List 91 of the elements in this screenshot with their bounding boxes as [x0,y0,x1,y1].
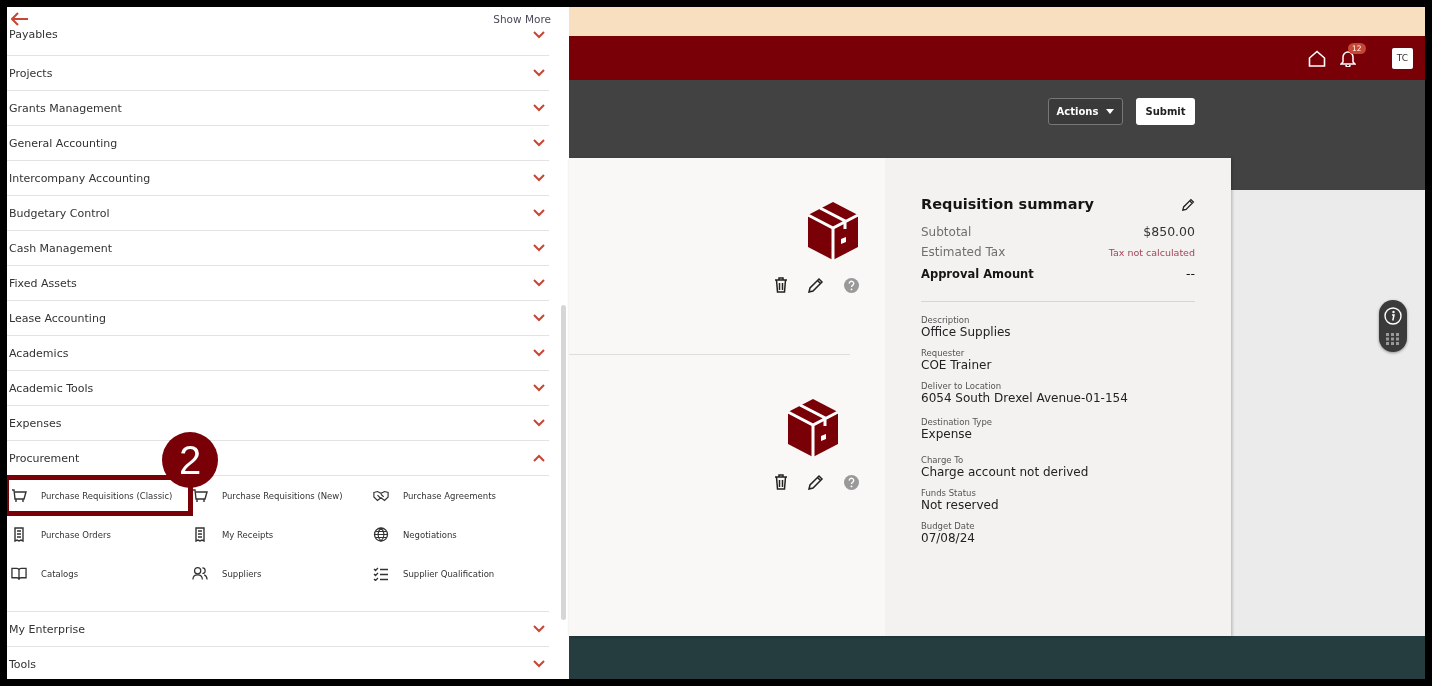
submit-button[interactable]: Submit [1136,98,1195,125]
package-icon [807,201,859,261]
caret-icon [1106,109,1115,114]
chevron-down-icon[interactable] [533,314,545,322]
menu-item[interactable]: Purchase Agreements [403,490,496,501]
bell-icon[interactable] [1340,49,1356,67]
chevron-down-icon[interactable] [533,31,545,39]
field-label: Description [921,315,971,325]
chevron-down-icon[interactable] [533,384,545,392]
section-header[interactable]: Fixed Assets [9,276,77,290]
field-value: Office Supplies [921,325,1012,339]
info-icon[interactable] [1384,307,1402,325]
trash-icon[interactable] [774,474,788,490]
menu-item[interactable]: Suppliers [222,568,262,579]
people-icon [192,566,208,581]
actions-button[interactable]: Actions [1048,98,1123,125]
receipt-icon [192,527,208,542]
scrollbar-thumb[interactable] [561,305,566,620]
menu-item[interactable]: Purchase Orders [41,529,111,540]
field-label: Charge To [921,455,965,465]
field-value: 07/08/24 [921,531,976,545]
chevron-down-icon[interactable] [533,139,545,147]
chevron-down-icon[interactable] [533,244,545,252]
field-value: Charge account not derived [921,465,1090,479]
section-header[interactable]: Budgetary Control [9,206,110,220]
chevron-down-icon[interactable] [533,104,545,112]
chevron-down-icon[interactable] [533,419,545,427]
chevron-up-icon[interactable] [533,454,545,462]
chevron-down-icon[interactable] [533,279,545,287]
field-value: COE Trainer [921,358,993,372]
field-value: Expense [921,427,973,441]
chevron-down-icon[interactable] [533,209,545,217]
summary-title: Requisition summary [921,196,1095,212]
section-header[interactable]: Grants Management [9,101,122,115]
help-icon[interactable] [844,474,859,490]
section-header[interactable]: Academics [9,346,69,360]
help-icon[interactable] [844,277,859,293]
receipt-icon [11,527,27,542]
book-icon [11,566,27,581]
section-header[interactable]: Projects [9,66,53,80]
section-header[interactable]: Cash Management [9,241,113,255]
section-header[interactable]: Expenses [9,416,62,430]
section-header[interactable]: Procurement [9,451,80,465]
field-label: Budget Date [921,521,976,531]
total-value: -- [1185,266,1195,281]
user-avatar[interactable]: TC [1392,47,1413,69]
chevron-down-icon[interactable] [533,349,545,357]
section-header[interactable]: Lease Accounting [9,311,106,325]
field-label: Funds Status [921,488,977,498]
field-label: Destination Type [921,417,993,427]
section-header[interactable]: Academic Tools [9,381,94,395]
total-label: Subtotal [921,225,972,239]
chevron-down-icon[interactable] [533,174,545,182]
package-icon [787,398,839,458]
pencil-icon[interactable] [808,474,824,490]
field-label: Deliver to Location [921,381,1003,391]
step-callout: 2 [162,432,218,488]
handshake-icon [373,489,389,502]
menu-item[interactable]: Negotiations [403,529,457,540]
keypad-icon[interactable] [1386,333,1400,345]
section-header[interactable]: Payables [9,28,58,41]
show-more-link[interactable]: Show More [493,13,551,25]
total-value: Tax not calculated [1108,247,1195,258]
menu-item[interactable]: My Receipts [222,529,274,540]
section-header[interactable]: My Enterprise [9,622,86,636]
section-header[interactable]: Intercompany Accounting [9,171,151,185]
menu-item[interactable]: Catalogs [41,568,79,579]
chevron-down-icon[interactable] [533,69,545,77]
chevron-down-icon[interactable] [533,660,545,668]
menu-item[interactable]: Supplier Qualification [403,568,495,579]
checklist-icon [373,566,389,581]
chevron-down-icon[interactable] [533,625,545,633]
section-header[interactable]: General Accounting [9,136,118,150]
field-label: Requester [921,348,966,358]
total-label: Approval Amount [921,267,1034,281]
help-widget[interactable] [1379,300,1407,352]
field-value: 6054 South Drexel Avenue-01-154 [921,391,1129,405]
trash-icon[interactable] [774,277,788,293]
cart-icon [192,488,208,503]
total-label: Estimated Tax [921,245,1006,259]
section-header[interactable]: Tools [9,657,37,671]
cart-icon [11,488,27,503]
total-value: $850.00 [1143,224,1195,239]
menu-item[interactable]: Purchase Requisitions (Classic) [41,490,173,501]
pencil-icon[interactable] [808,277,824,293]
globe-icon [373,527,389,542]
home-icon[interactable] [1308,49,1326,67]
menu-item[interactable]: Purchase Requisitions (New) [222,490,343,501]
field-value: Not reserved [921,498,1000,512]
back-arrow-icon[interactable] [11,12,29,26]
pencil-icon[interactable] [1182,197,1195,211]
